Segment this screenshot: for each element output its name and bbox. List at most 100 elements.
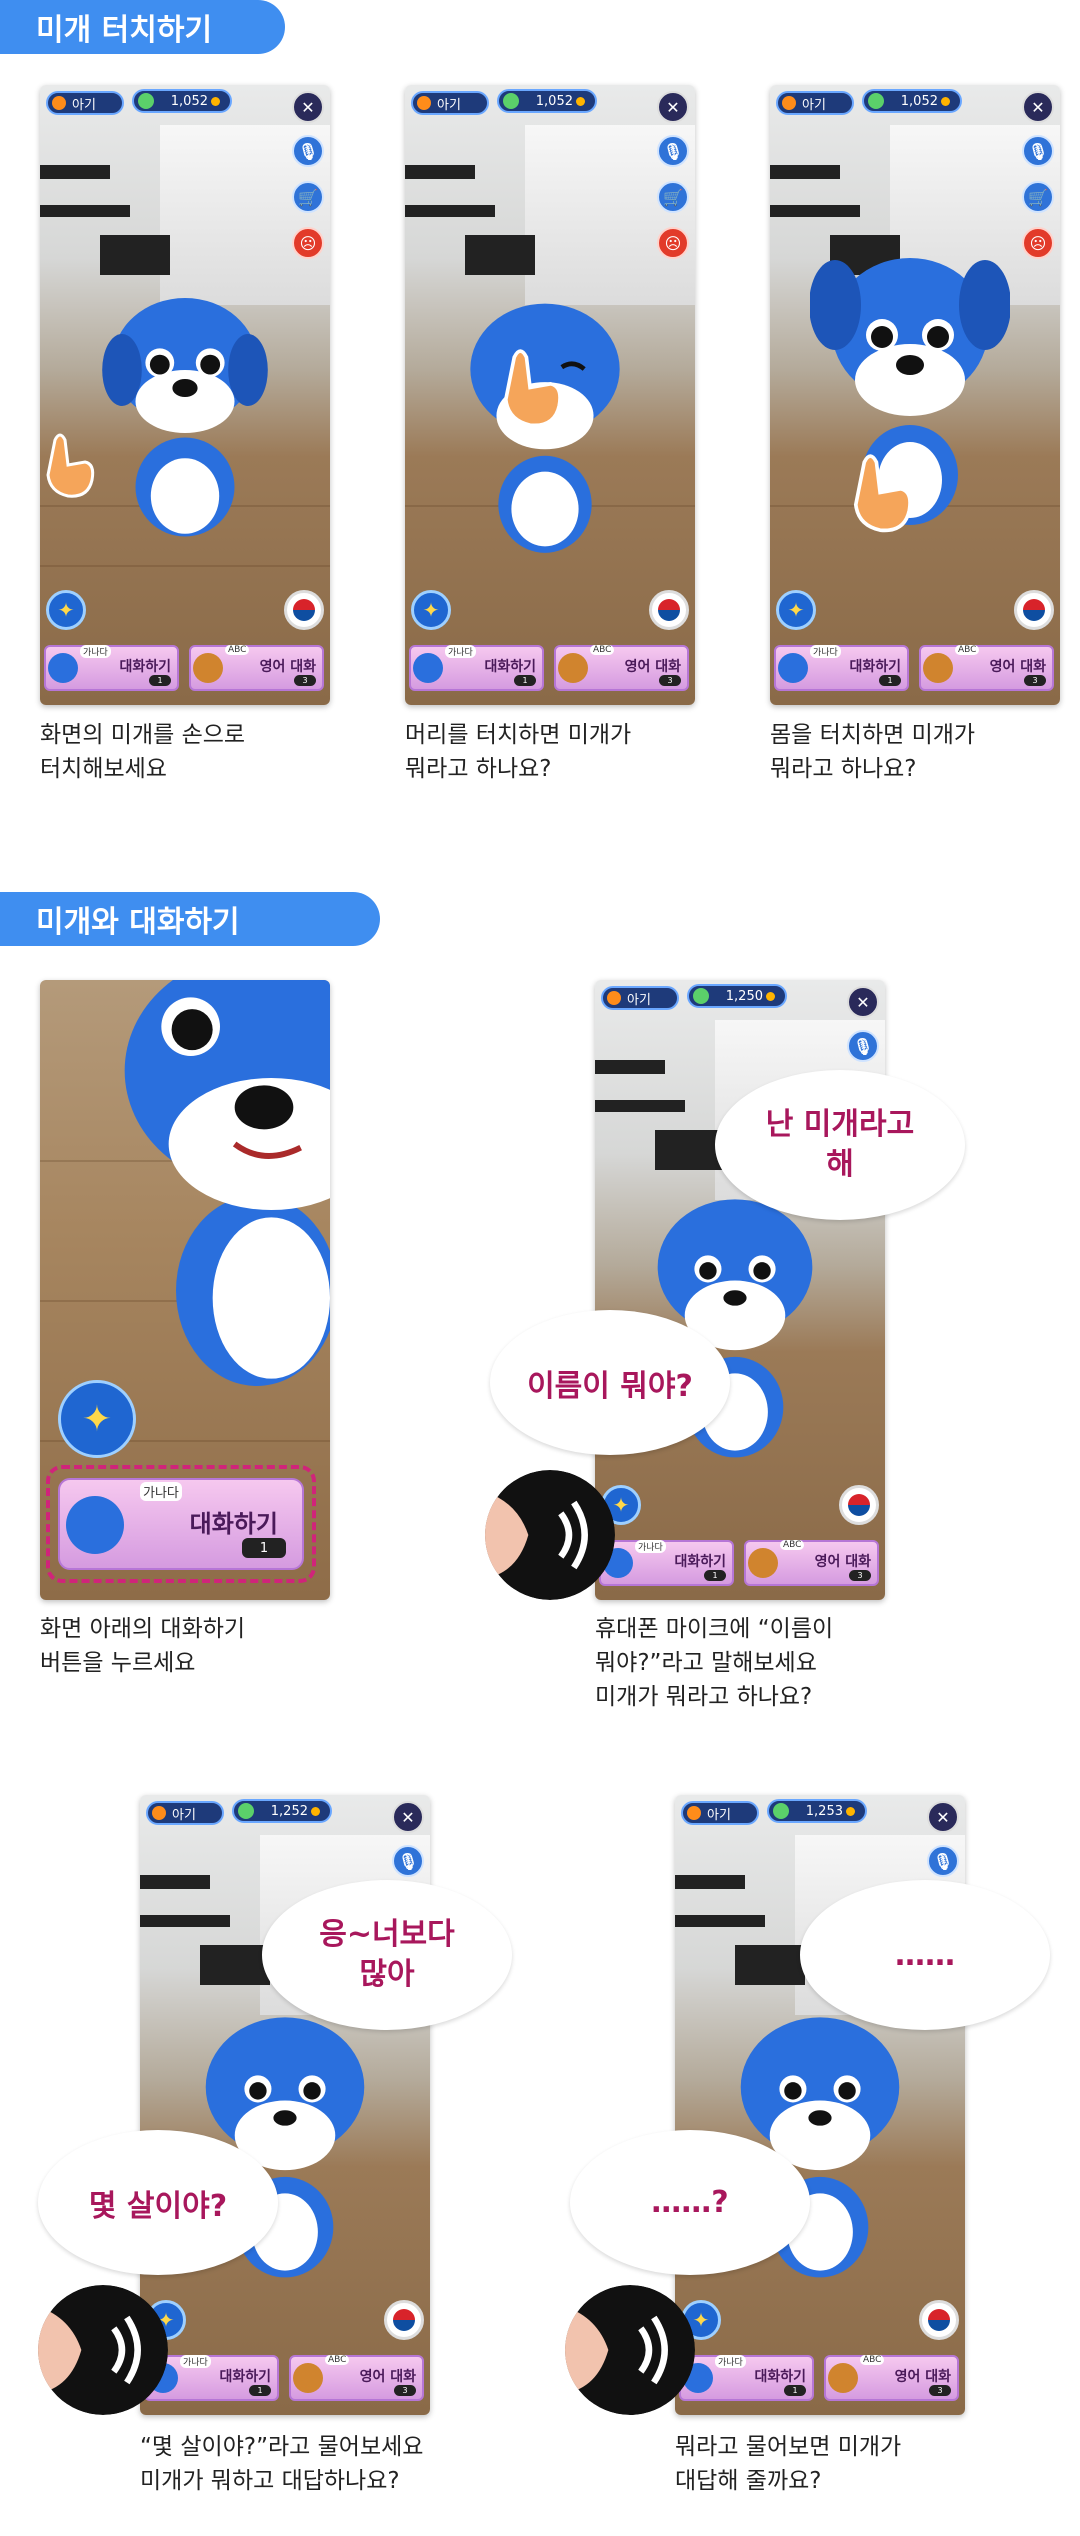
english-button[interactable]: ABC 영어 대화 3: [554, 645, 689, 691]
baby-chip[interactable]: 아기: [776, 91, 854, 115]
coin-value: 1,253: [805, 1803, 843, 1819]
coin-counter: 1,052: [862, 89, 962, 113]
coin-value: 1,052: [900, 93, 938, 109]
english-button-label: 영어 대화: [814, 1554, 871, 1570]
baby-chip[interactable]: 아기: [146, 1801, 224, 1825]
talk-button-label: 대화하기: [219, 2369, 271, 2385]
coin-counter: 1,052: [132, 89, 232, 113]
english-tag: ABC: [325, 2355, 350, 2365]
angry-face-icon[interactable]: ☹: [1022, 227, 1054, 259]
english-cost: 3: [1024, 675, 1046, 686]
talk-cost: 1: [784, 2385, 806, 2396]
user-speech-bubble: 이름이 뭐야?: [490, 1310, 730, 1455]
coin-value: 1,052: [170, 93, 208, 109]
dog-speech-text: 응~너보다 많아: [319, 1917, 455, 1992]
screenshot-3: 아기 1,052 ✕ 🎙 🛒 ☹ ✦ 가나다 대화하기 1 ABC 영어 대화 …: [770, 85, 1060, 705]
english-button[interactable]: ABC 영어 대화 3: [824, 2355, 959, 2401]
english-cost: 3: [929, 2385, 951, 2396]
coin-counter: 1,253: [767, 1799, 867, 1823]
english-tag: ABC: [955, 645, 980, 655]
mic-icon[interactable]: 🎙: [927, 1845, 959, 1877]
mic-icon[interactable]: 🎙: [657, 135, 689, 167]
dog-character-closeup[interactable]: [110, 980, 330, 1440]
caption-3: 몸을 터치하면 미개가 뭐라고 하나요?: [770, 722, 976, 782]
magic-wand-icon[interactable]: ✦: [58, 1380, 136, 1458]
close-icon[interactable]: ✕: [927, 1801, 959, 1833]
baby-chip[interactable]: 아기: [46, 91, 124, 115]
dog-speech-text: 난 미개라고 해: [765, 1107, 915, 1182]
english-button[interactable]: ABC 영어 대화 3: [289, 2355, 424, 2401]
close-icon[interactable]: ✕: [847, 986, 879, 1018]
english-tag: ABC: [860, 2355, 885, 2365]
talk-button[interactable]: 가나다 대화하기 1: [679, 2355, 814, 2401]
mic-icon[interactable]: 🎙: [1022, 135, 1054, 167]
user-speech-text: ……?: [651, 2185, 729, 2220]
english-cost: 3: [659, 675, 681, 686]
talk-button-label: 대화하기: [849, 659, 901, 675]
korea-flag-icon[interactable]: [384, 2300, 424, 2340]
coin-value: 1,250: [725, 988, 763, 1004]
talk-button-label: 대화하기: [674, 1554, 726, 1570]
baby-chip[interactable]: 아기: [601, 986, 679, 1010]
english-cost: 3: [294, 675, 316, 686]
talk-cost: 1: [249, 2385, 271, 2396]
talk-tag: 가나다: [80, 645, 111, 658]
talk-button[interactable]: 가나다 대화하기 1: [44, 645, 179, 691]
baby-chip[interactable]: 아기: [411, 91, 489, 115]
talk-tag: 가나다: [715, 2355, 746, 2368]
user-speech-bubble: 몇 살이야?: [38, 2130, 278, 2275]
mic-icon[interactable]: 🎙: [847, 1030, 879, 1062]
baby-chip[interactable]: 아기: [681, 1801, 759, 1825]
talk-button[interactable]: 가나다 대화하기 1: [774, 645, 909, 691]
ear-icon: [38, 2285, 168, 2415]
magic-wand-icon[interactable]: ✦: [776, 590, 816, 630]
dog-character[interactable]: [95, 280, 275, 550]
mic-icon[interactable]: 🎙: [292, 135, 324, 167]
coin-value: 1,052: [535, 93, 573, 109]
dog-speech-bubble: ……: [800, 1880, 1050, 2030]
baby-label: 아기: [802, 97, 826, 113]
close-icon[interactable]: ✕: [392, 1801, 424, 1833]
user-speech-text: 몇 살이야?: [88, 2188, 228, 2224]
english-button[interactable]: ABC 영어 대화 3: [919, 645, 1054, 691]
talk-cost: 1: [704, 1570, 726, 1581]
ear-icon: [565, 2285, 695, 2415]
coin-counter: 1,252: [232, 1799, 332, 1823]
close-icon[interactable]: ✕: [657, 91, 689, 123]
close-icon[interactable]: ✕: [1022, 91, 1054, 123]
talk-button[interactable]: 가나다 대화하기 1: [599, 1540, 734, 1586]
talk-button[interactable]: 가나다 대화하기 1: [58, 1478, 304, 1570]
angry-face-icon[interactable]: ☹: [292, 227, 324, 259]
cart-icon[interactable]: 🛒: [657, 181, 689, 213]
baby-label: 아기: [72, 97, 96, 113]
screenshot-2: 아기 1,052 ✕ 🎙 🛒 ☹ ✦ 가나다 대화하기 1 ABC 영어 대화 …: [405, 85, 695, 705]
cart-icon[interactable]: 🛒: [1022, 181, 1054, 213]
magic-wand-icon[interactable]: ✦: [46, 590, 86, 630]
korea-flag-icon[interactable]: [839, 1485, 879, 1525]
angry-face-icon[interactable]: ☹: [657, 227, 689, 259]
english-button[interactable]: ABC 영어 대화 3: [189, 645, 324, 691]
korea-flag-icon[interactable]: [284, 590, 324, 630]
talk-button-label: 대화하기: [484, 659, 536, 675]
english-button[interactable]: ABC 영어 대화 3: [744, 1540, 879, 1586]
screenshot-4: ✦ 가나다 대화하기 1: [40, 980, 330, 1600]
close-icon[interactable]: ✕: [292, 91, 324, 123]
caption-5: 휴대폰 마이크에 “이름이 뭐야?”라고 말해보세요 미개가 뭐라고 하나요?: [595, 1616, 834, 1710]
korea-flag-icon[interactable]: [919, 2300, 959, 2340]
talk-button[interactable]: 가나다 대화하기 1: [409, 645, 544, 691]
section-title-touch-text: 미개 터치하기: [36, 13, 213, 48]
dog-speech-bubble: 난 미개라고 해: [715, 1070, 965, 1220]
caption-7: 뭐라고 물어보면 미개가 대답해 줄까요?: [675, 2434, 902, 2494]
talk-tag: 가나다: [140, 1482, 182, 1501]
talk-button-label: 대화하기: [189, 1510, 278, 1538]
caption-4: 화면 아래의 대화하기 버튼을 누르세요: [40, 1616, 246, 1676]
magic-wand-icon[interactable]: ✦: [411, 590, 451, 630]
section-title-talk-text: 미개와 대화하기: [36, 905, 240, 940]
english-button-label: 영어 대화: [259, 659, 316, 675]
korea-flag-icon[interactable]: [1014, 590, 1054, 630]
mic-icon[interactable]: 🎙: [392, 1845, 424, 1877]
cart-icon[interactable]: 🛒: [292, 181, 324, 213]
english-tag: ABC: [225, 645, 250, 655]
korea-flag-icon[interactable]: [649, 590, 689, 630]
coin-counter: 1,052: [497, 89, 597, 113]
